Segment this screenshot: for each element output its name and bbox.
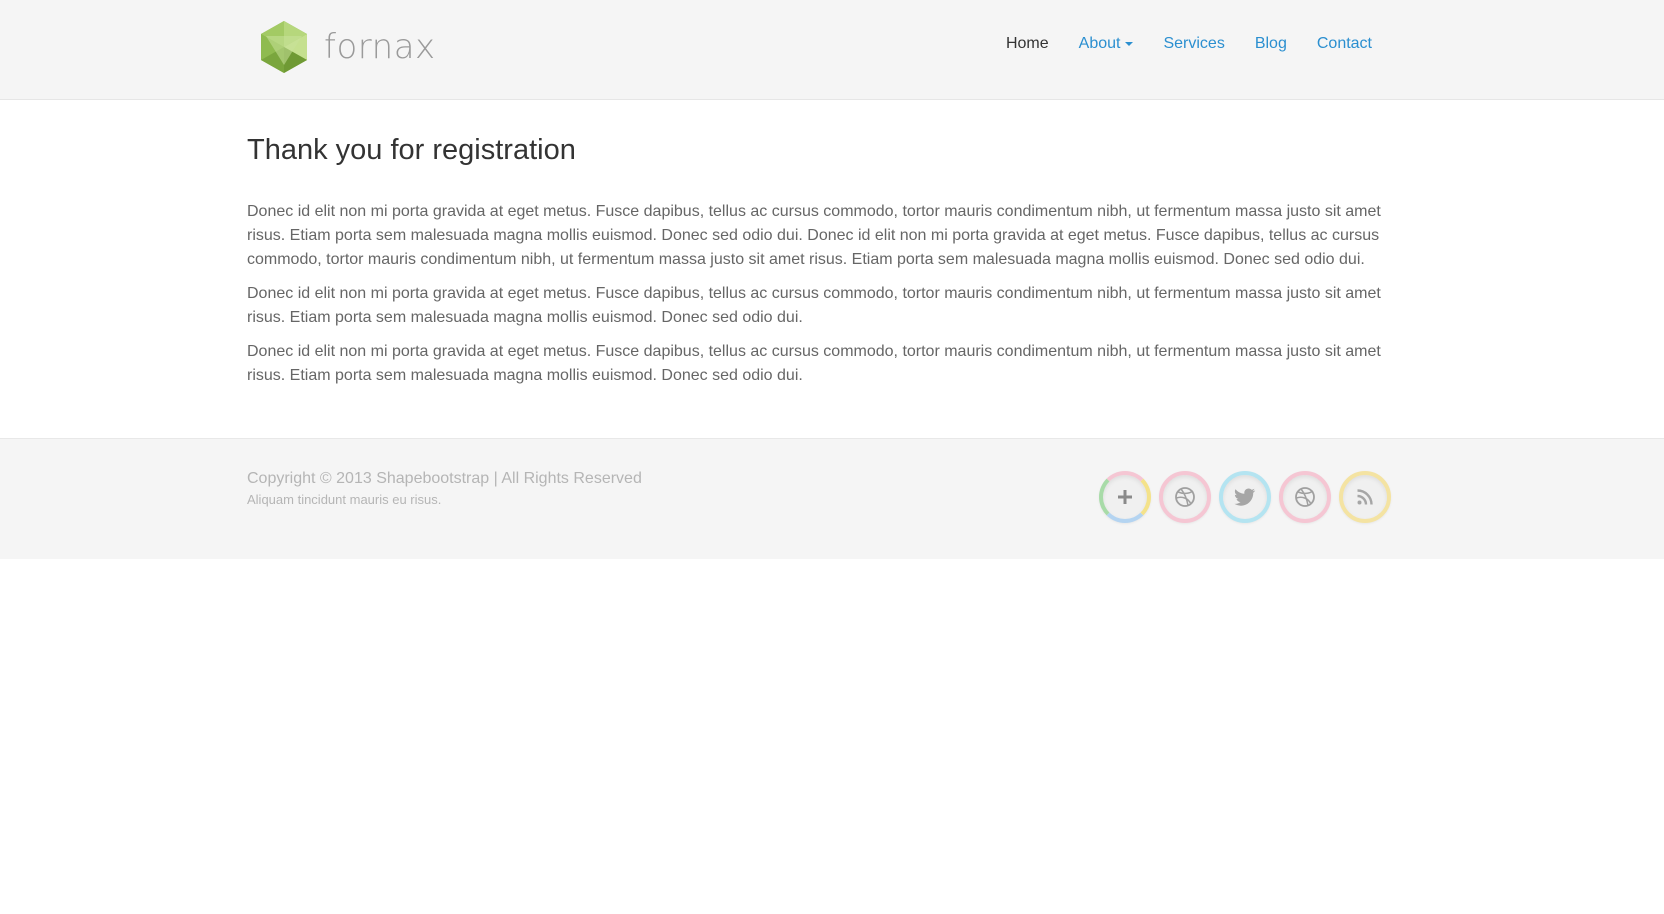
nav-item-home[interactable]: Home [1006, 34, 1049, 54]
nav-item-label: Home [1005, 35, 1049, 52]
main-content: Thank you for registration Donec id elit… [247, 100, 1387, 388]
body-paragraph: Donec id elit non mi porta gravida at eg… [247, 285, 1381, 326]
dribbble-button[interactable] [1279, 471, 1331, 523]
google-plus-button[interactable] [1099, 471, 1151, 523]
footer-tagline: Aliquam tincidunt mauris eu risus. [247, 492, 442, 507]
dribbble-icon [1175, 487, 1195, 507]
dribbble-button[interactable] [1159, 471, 1211, 523]
page-title: Thank you for registration [247, 134, 576, 166]
body-paragraph: Donec id elit non mi porta gravida at eg… [247, 343, 1381, 384]
nav-item-contact[interactable]: Contact [1317, 34, 1372, 54]
google-plus-icon [1118, 490, 1132, 504]
hexagon-logo-icon [261, 21, 307, 73]
site-footer: Copyright © 2013 Shapebootstrap | All Ri… [0, 438, 1664, 559]
nav-item-label: Services [1163, 35, 1225, 52]
logo-wordmark: fornax [324, 27, 436, 67]
nav-item-blog[interactable]: Blog [1255, 34, 1287, 54]
rss-button[interactable] [1339, 471, 1391, 523]
dribbble-icon [1295, 487, 1315, 507]
site-header: fornax Home About Services Blog Contact [0, 0, 1664, 100]
nav-item-label: About [1078, 35, 1121, 52]
caret-down-icon [1125, 42, 1134, 46]
copyright-text: Copyright © 2013 Shapebootstrap | All Ri… [247, 470, 642, 487]
body-paragraph: Donec id elit non mi porta gravida at eg… [247, 203, 1381, 268]
twitter-button[interactable] [1219, 471, 1271, 523]
rss-icon [1357, 489, 1373, 505]
logo[interactable]: fornax [256, 19, 436, 75]
nav-item-about[interactable]: About [1079, 34, 1134, 54]
main-nav: Home About Services Blog Contact [976, 34, 1372, 54]
nav-item-label: Contact [1316, 35, 1372, 52]
twitter-icon [1234, 488, 1256, 506]
nav-item-services[interactable]: Services [1163, 34, 1224, 54]
social-links [1099, 471, 1399, 523]
nav-item-label: Blog [1254, 35, 1287, 52]
